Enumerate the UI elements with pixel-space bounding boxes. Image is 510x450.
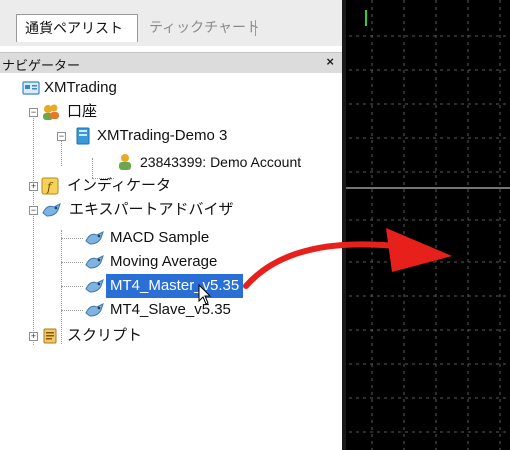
- red-arrow-icon: [243, 228, 452, 289]
